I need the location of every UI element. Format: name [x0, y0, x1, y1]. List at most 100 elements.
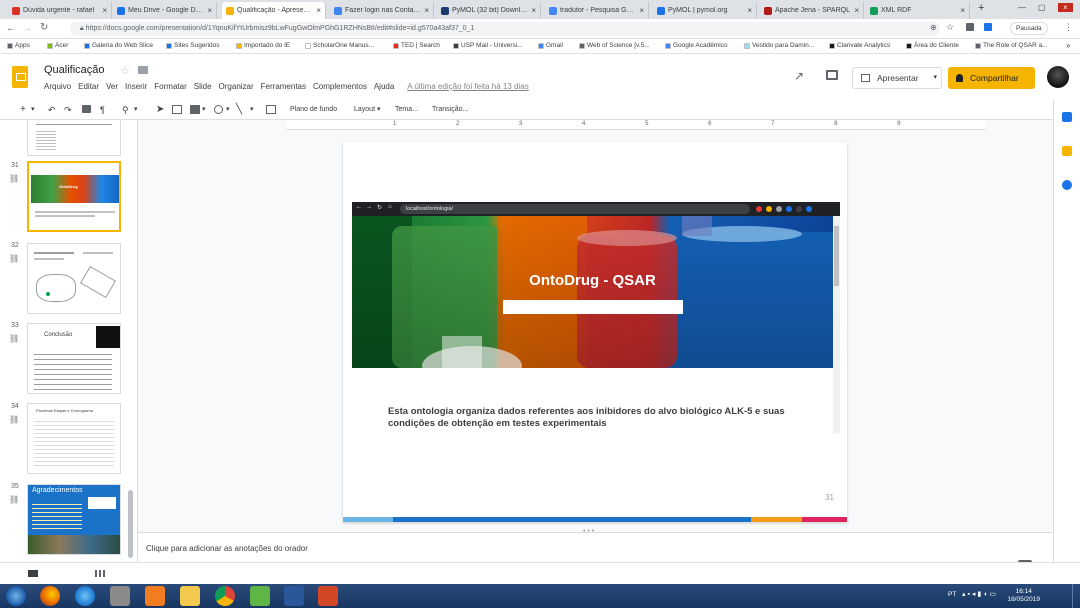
menu-item[interactable]: Slide: [194, 82, 212, 91]
close-icon[interactable]: ×: [316, 6, 321, 15]
bookmark-item[interactable]: Galeria do Web Slice: [84, 42, 153, 49]
slide-thumbnail-partial[interactable]: [27, 120, 121, 156]
menu-item[interactable]: Ajuda: [374, 82, 394, 91]
start-icon[interactable]: [6, 586, 26, 606]
slide-thumbnail-34[interactable]: Próximas Etapas e Cronograma: [27, 403, 121, 474]
extension-icon[interactable]: [984, 23, 992, 31]
maximize-icon[interactable]: ▢: [1038, 3, 1046, 12]
present-button[interactable]: Apresentar ▾: [852, 67, 942, 89]
word-icon[interactable]: [284, 586, 304, 606]
browser-tab[interactable]: Qualificação - Apresentações×: [222, 2, 326, 19]
bookmark-item[interactable]: Apps: [7, 42, 30, 49]
slide-thumbnail-33[interactable]: Conclusão: [27, 323, 121, 394]
slide-thumbnail-31[interactable]: OntoDrug: [27, 161, 121, 232]
tray-icons[interactable]: ▴ ▪ ◂ ▮ ◖ ▭: [962, 590, 996, 598]
chevron-down-icon[interactable]: ▾: [202, 104, 206, 116]
ie-icon[interactable]: [75, 586, 95, 606]
browser-tab[interactable]: XML RDF ×: [866, 2, 970, 19]
keep-icon[interactable]: [1062, 146, 1072, 156]
menu-item[interactable]: Arquivo: [44, 82, 71, 91]
close-icon[interactable]: ×: [531, 6, 536, 15]
bookmark-item[interactable]: Clarivate Analytics: [829, 42, 890, 49]
comments-icon[interactable]: [826, 70, 838, 80]
zoom-icon[interactable]: ⊕: [930, 23, 937, 32]
select-icon[interactable]: ➤: [156, 104, 164, 116]
zoom-icon[interactable]: ⚲: [122, 104, 129, 116]
bookmarks-overflow-icon[interactable]: »: [1066, 41, 1070, 50]
slide-thumbnail-35[interactable]: Agradecimentos: [27, 484, 121, 555]
current-slide[interactable]: ← → ↻ ⌂ localhost/ontologia/ OntoDrug - …: [343, 142, 847, 522]
url-field[interactable]: 🔒︎ https://docs.google.com/presentation/…: [70, 22, 940, 36]
menu-dots-icon[interactable]: ⋮: [1064, 22, 1073, 33]
browser-tab[interactable]: PyMOL | pymol.org ×: [653, 2, 757, 19]
redo-icon[interactable]: ↷: [64, 104, 72, 116]
app-icon[interactable]: [110, 586, 130, 606]
last-edit-link[interactable]: A última edição foi feita há 13 dias: [407, 82, 528, 91]
layout-button[interactable]: Layout ▾: [354, 104, 381, 116]
bookmark-item[interactable]: Acer: [47, 42, 68, 49]
menu-item[interactable]: Ferramentas: [261, 82, 306, 91]
extension-icon[interactable]: [966, 23, 974, 31]
bookmark-item[interactable]: Área do Cliente: [906, 42, 959, 49]
powerpoint-icon[interactable]: [318, 586, 338, 606]
star-icon[interactable]: ☆: [120, 64, 130, 77]
grid-view-icon[interactable]: [95, 570, 105, 577]
undo-icon[interactable]: ↶: [48, 104, 56, 116]
close-icon[interactable]: ×: [747, 6, 752, 15]
chevron-down-icon[interactable]: ▾: [134, 104, 138, 116]
chevron-down-icon[interactable]: ▾: [226, 104, 230, 116]
back-icon[interactable]: ←: [6, 23, 16, 34]
minimize-icon[interactable]: —: [1018, 3, 1026, 12]
share-button[interactable]: Compartilhar: [948, 67, 1035, 89]
bookmark-item[interactable]: USP Mail - Universi...: [453, 42, 523, 49]
speaker-notes[interactable]: Clique para adicionar as anotações do or…: [138, 532, 1053, 562]
new-tab-button[interactable]: +: [978, 2, 984, 14]
app-icon[interactable]: [250, 586, 270, 606]
show-desktop-button[interactable]: [1072, 584, 1080, 608]
new-slide-icon[interactable]: +: [20, 104, 26, 116]
browser-tab[interactable]: PyMOL (32 bit) Download ×: [437, 2, 541, 19]
browser-tab[interactable]: Apache Jena - SPARQL ×: [760, 2, 864, 19]
textbox-icon[interactable]: [172, 105, 182, 114]
close-icon[interactable]: ×: [207, 6, 212, 15]
bookmark-item[interactable]: Importado do IE: [236, 42, 290, 49]
close-icon[interactable]: ×: [854, 6, 859, 15]
menu-item[interactable]: Complementos: [313, 82, 367, 91]
close-icon[interactable]: ×: [424, 6, 429, 15]
shape-icon[interactable]: [214, 105, 223, 114]
menu-item[interactable]: Organizar: [219, 82, 254, 91]
bookmark-item[interactable]: Gmail: [538, 42, 563, 49]
slide-thumbnail-32[interactable]: [27, 243, 121, 314]
close-icon[interactable]: ×: [639, 6, 644, 15]
background-button[interactable]: Plano de fundo: [290, 104, 337, 116]
close-icon[interactable]: ×: [102, 6, 107, 15]
bookmark-item[interactable]: ScholarOne Manus...: [305, 42, 374, 49]
activity-icon[interactable]: ↗: [794, 69, 804, 83]
close-window-icon[interactable]: ×: [1058, 3, 1073, 12]
transition-button[interactable]: Transição...: [432, 104, 468, 116]
menu-item[interactable]: Editar: [78, 82, 99, 91]
reload-icon[interactable]: ↻: [40, 22, 48, 33]
browser-tab[interactable]: tradutor - Pesquisa Google ×: [545, 2, 649, 19]
chrome-icon[interactable]: [215, 586, 235, 606]
firefox-icon[interactable]: [40, 586, 60, 606]
chevron-down-icon[interactable]: ▾: [31, 104, 35, 116]
image-icon[interactable]: [190, 105, 200, 114]
close-icon[interactable]: ×: [960, 6, 965, 15]
explorer-icon[interactable]: [180, 586, 200, 606]
browser-tab[interactable]: Meu Drive - Google Drive ×: [113, 2, 217, 19]
clock[interactable]: 16:14 16/05/2019: [1007, 588, 1040, 604]
bookmark-item[interactable]: Google Acadêmico: [665, 42, 728, 49]
bookmark-item[interactable]: Web of Science [v.5...: [579, 42, 650, 49]
theme-button[interactable]: Tema...: [395, 104, 418, 116]
filmstrip-view-icon[interactable]: [28, 570, 38, 577]
chevron-down-icon[interactable]: ▾: [933, 68, 937, 88]
menu-item[interactable]: Ver: [106, 82, 118, 91]
bookmark-item[interactable]: TED | Search: [393, 42, 440, 49]
print-icon[interactable]: [82, 105, 91, 113]
bookmark-item[interactable]: Sites Sugeridos: [166, 42, 220, 49]
menu-item[interactable]: Inserir: [125, 82, 147, 91]
document-title[interactable]: Qualificação: [44, 64, 105, 76]
media-player-icon[interactable]: [145, 586, 165, 606]
bookmark-item[interactable]: Vestido para Damin...: [744, 42, 814, 49]
